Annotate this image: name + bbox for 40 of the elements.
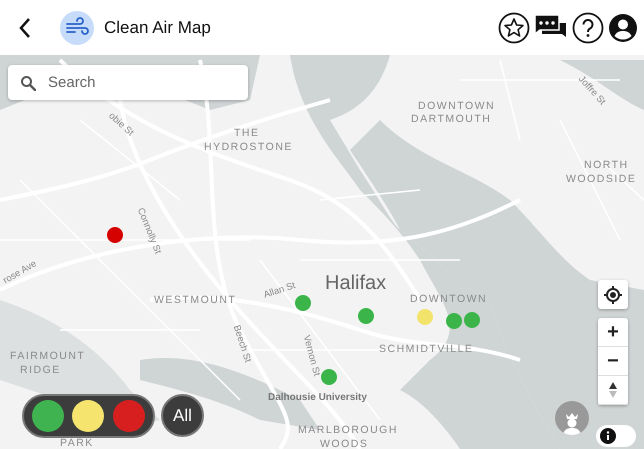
zoom-out-button[interactable]: −	[598, 347, 628, 376]
map-label: rose Ave	[1, 258, 39, 286]
map-label: Dalhousie University	[268, 392, 367, 403]
map-label: Beech St	[230, 324, 254, 364]
help-icon	[572, 12, 604, 44]
map-label: DOWNTOWN	[418, 100, 496, 112]
app-title: Clean Air Map	[104, 18, 211, 38]
zoom-in-button[interactable]: +	[598, 318, 628, 347]
map-label: SCHMIDTVILLE	[379, 343, 474, 355]
wind-logo-icon	[60, 10, 94, 44]
map-label: PARK	[60, 437, 94, 449]
map-label: WOODSIDE	[566, 173, 636, 185]
map-label: Allan St	[262, 280, 297, 301]
air-quality-filter[interactable]	[72, 400, 104, 432]
map-label: DARTMOUTH	[411, 113, 492, 125]
search-input[interactable]: Search	[46, 73, 230, 92]
map-label: WESTMOUNT	[154, 294, 236, 306]
map-label: DOWNTOWN	[410, 293, 488, 305]
map-label: RIDGE	[20, 364, 61, 376]
locate-button[interactable]	[598, 280, 628, 309]
compass-icon	[608, 381, 618, 399]
map-label: HYDROSTONE	[204, 141, 293, 153]
map-label: THE	[234, 127, 260, 139]
map-label: Vernon St	[300, 334, 322, 378]
map-label: NORTH	[584, 159, 629, 171]
map-label: MARLBOROUGH	[298, 424, 398, 436]
help-button[interactable]	[572, 12, 604, 44]
info-icon	[600, 428, 616, 444]
account-icon	[608, 12, 638, 42]
search-field[interactable]: Search	[8, 65, 248, 100]
map-label: Halifax	[325, 272, 386, 295]
info-button[interactable]	[596, 425, 636, 447]
air-quality-filter[interactable]	[32, 400, 64, 432]
account-button[interactable]	[608, 12, 638, 42]
map-label: WOODS	[320, 438, 368, 449]
favorite-button[interactable]	[498, 12, 530, 44]
map-label: FAIRMOUNT	[10, 350, 86, 362]
locate-icon	[603, 284, 623, 304]
map-label: obie St	[106, 110, 136, 138]
search-icon	[20, 74, 36, 90]
